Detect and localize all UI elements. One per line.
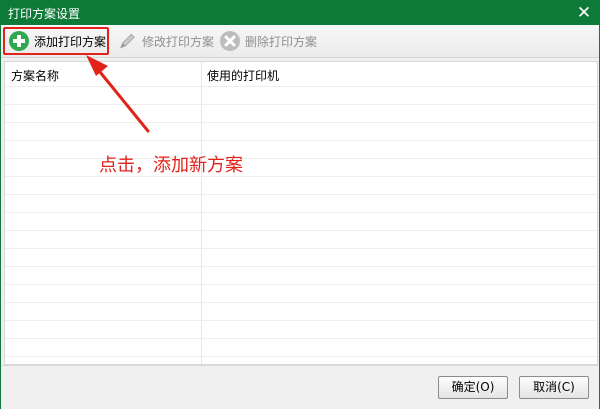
table-row-separator xyxy=(5,104,597,105)
ok-button[interactable]: 确定(O) xyxy=(438,376,508,399)
add-scheme-button[interactable]: 添加打印方案 xyxy=(3,27,109,55)
print-scheme-dialog: 打印方案设置 ✕ 添加打印方案 修改打印方案 删除打印方案 方案名称 使用的打印… xyxy=(0,0,600,409)
table-row-separator xyxy=(5,176,597,177)
scheme-table[interactable]: 方案名称 使用的打印机 xyxy=(4,61,598,365)
edit-scheme-button[interactable]: 修改打印方案 xyxy=(114,27,214,55)
table-row-separator xyxy=(5,122,597,123)
table-row-separator xyxy=(5,266,597,267)
column-divider xyxy=(201,62,202,364)
table-row-separator xyxy=(5,284,597,285)
x-circle-icon xyxy=(220,31,240,51)
table-row-separator xyxy=(5,248,597,249)
table-row-separator xyxy=(5,140,597,141)
cancel-button[interactable]: 取消(C) xyxy=(519,376,589,399)
table-row-separator xyxy=(5,212,597,213)
table-row-separator xyxy=(5,338,597,339)
edit-scheme-label: 修改打印方案 xyxy=(141,34,214,49)
delete-scheme-button[interactable]: 删除打印方案 xyxy=(216,27,326,55)
toolbar: 添加打印方案 修改打印方案 删除打印方案 xyxy=(1,25,599,58)
table-header: 方案名称 使用的打印机 xyxy=(5,62,597,86)
column-header-scheme-name[interactable]: 方案名称 xyxy=(11,67,59,84)
table-row-separator xyxy=(5,158,597,159)
delete-scheme-label: 删除打印方案 xyxy=(245,34,318,49)
dialog-footer: 确定(O) 取消(C) xyxy=(1,365,599,409)
table-row-separator xyxy=(5,356,597,357)
close-button[interactable]: ✕ xyxy=(573,2,595,24)
window-title: 打印方案设置 xyxy=(8,7,81,21)
table-row-separator xyxy=(5,86,597,87)
pencil-icon xyxy=(119,33,135,49)
table-row-separator xyxy=(5,230,597,231)
annotation-text: 点击，添加新方案 xyxy=(99,155,243,176)
table-row-separator xyxy=(5,194,597,195)
title-bar: 打印方案设置 ✕ xyxy=(1,1,599,25)
column-header-printer[interactable]: 使用的打印机 xyxy=(207,67,279,84)
table-row-separator xyxy=(5,302,597,303)
plus-circle-icon xyxy=(9,31,29,51)
add-scheme-label: 添加打印方案 xyxy=(34,34,107,49)
table-row-separator xyxy=(5,320,597,321)
